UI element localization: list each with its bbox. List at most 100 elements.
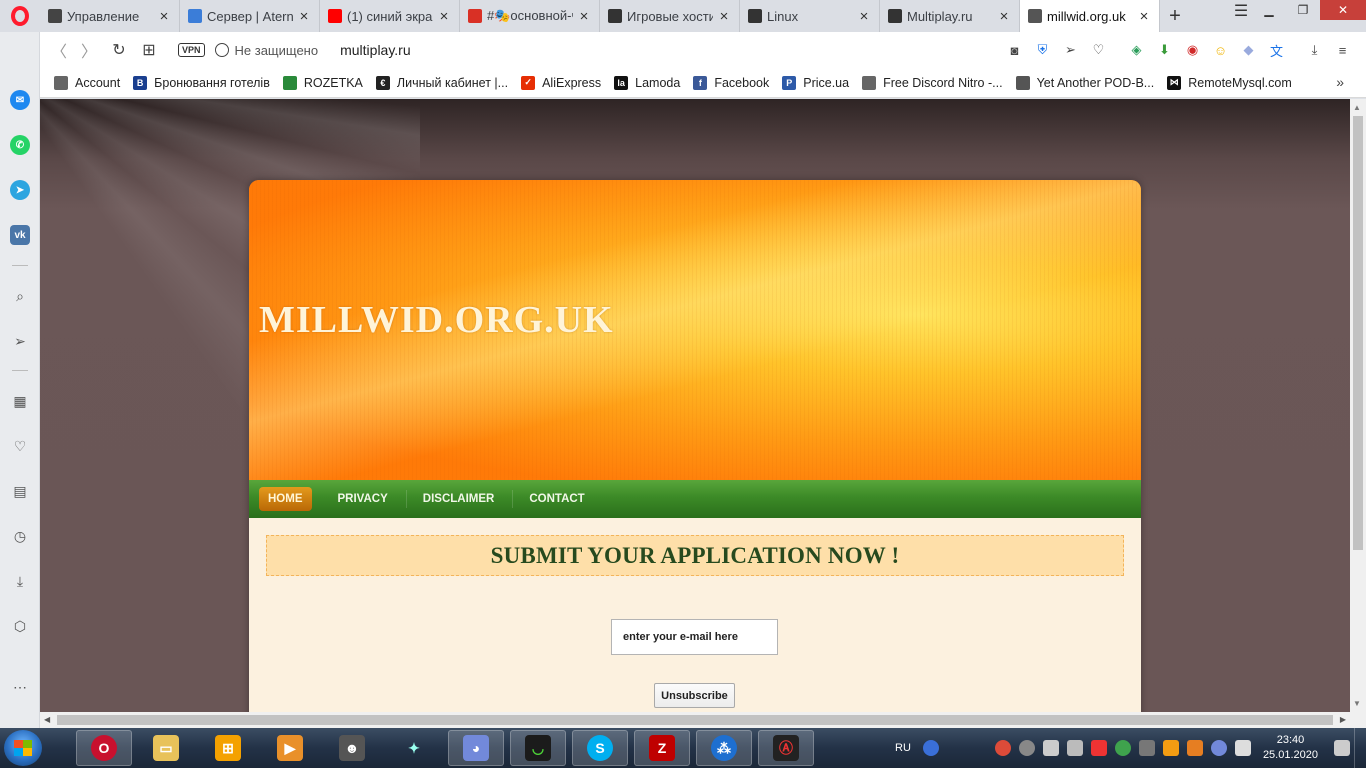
close-window-button[interactable]: ✕ xyxy=(1320,0,1366,20)
messenger-icon[interactable]: ✉ xyxy=(8,88,32,112)
close-tab-icon[interactable]: × xyxy=(437,8,451,25)
bookmark-item[interactable]: P Price.ua xyxy=(782,75,849,90)
speed-dial-icon[interactable]: ▦ xyxy=(8,389,32,413)
close-tab-icon[interactable]: × xyxy=(1137,8,1151,25)
discord-tray-icon[interactable] xyxy=(1210,740,1227,756)
check-icon[interactable] xyxy=(1114,740,1131,756)
horizontal-scrollbar[interactable]: ◀ ▶ xyxy=(40,712,1350,728)
close-tab-icon[interactable]: × xyxy=(717,8,731,25)
speaker-icon[interactable] xyxy=(1234,740,1251,756)
send-icon[interactable]: ➢ xyxy=(8,329,32,353)
close-tab-icon[interactable]: × xyxy=(577,8,591,25)
security-status[interactable]: Не защищено xyxy=(235,43,319,58)
taskbar-filezilla[interactable]: Z xyxy=(634,730,690,766)
url-field[interactable]: multiplay.ru xyxy=(340,42,411,58)
taskbar-skype[interactable]: S xyxy=(572,730,628,766)
bookmark-heart-icon[interactable]: ♡ xyxy=(1089,41,1108,60)
close-tab-icon[interactable]: × xyxy=(857,8,871,25)
browser-tab[interactable]: Сервер | Aternos× xyxy=(180,0,320,32)
bookmark-item[interactable]: Account xyxy=(54,75,120,90)
taskbar-app-windows[interactable]: ⊞ xyxy=(200,730,256,766)
vertical-scrollbar[interactable]: ▲ ▼ xyxy=(1350,99,1366,712)
tabs-overview-icon[interactable]: ⊞ xyxy=(134,35,164,65)
vertical-scroll-thumb[interactable] xyxy=(1353,116,1363,550)
unsubscribe-button[interactable]: Unsubscribe xyxy=(654,683,735,708)
email-field[interactable] xyxy=(611,619,778,655)
volume-mute-icon[interactable] xyxy=(1090,740,1107,756)
language-indicator[interactable]: RU xyxy=(895,742,911,754)
close-tab-icon[interactable]: × xyxy=(157,8,171,25)
vpn-badge[interactable]: VPN xyxy=(178,43,205,57)
nav-link-disclaimer[interactable]: DISCLAIMER xyxy=(407,487,511,511)
close-tab-icon[interactable]: × xyxy=(997,8,1011,25)
maximize-button[interactable]: ❐ xyxy=(1286,0,1320,20)
monitor-icon[interactable] xyxy=(1066,740,1083,756)
vk-icon[interactable]: vk xyxy=(8,223,32,247)
heart-icon[interactable]: ♡ xyxy=(8,434,32,458)
bookmark-item[interactable]: f Facebook xyxy=(693,75,769,90)
more-bookmarks-icon[interactable]: » xyxy=(1336,74,1344,90)
browser-tab[interactable]: Multiplay.ru × xyxy=(880,0,1020,32)
downloads-icon[interactable]: ⤓ xyxy=(1305,41,1324,60)
browser-tab[interactable]: Игровые хостинги× xyxy=(600,0,740,32)
taskbar-app[interactable]: ⁂ xyxy=(696,730,752,766)
bookmark-item[interactable]: € Личный кабинет |... xyxy=(375,75,508,90)
bookmark-item[interactable]: la Lamoda xyxy=(614,75,680,90)
nav-link-privacy[interactable]: PRIVACY xyxy=(322,487,404,511)
browser-tab[interactable]: millwid.org.uk × xyxy=(1020,0,1160,32)
help-icon[interactable] xyxy=(922,740,939,756)
settings-tray-icon[interactable] xyxy=(1018,740,1035,756)
bookmark-item[interactable]: ⋈ RemoteMysql.com xyxy=(1167,75,1292,90)
taskbar-explorer[interactable]: ▭ xyxy=(138,730,194,766)
extension-icon[interactable]: ◈ xyxy=(1127,41,1146,60)
scroll-down-icon[interactable]: ▼ xyxy=(1353,699,1361,708)
show-desktop-button[interactable] xyxy=(1354,728,1366,768)
new-tab-button[interactable]: + xyxy=(1160,0,1190,32)
easy-setup-icon[interactable]: ≡ xyxy=(1333,41,1352,60)
translate-icon[interactable]: ⽂ xyxy=(1267,41,1286,60)
tool-icon[interactable] xyxy=(1042,740,1059,756)
reload-button[interactable]: ↻ xyxy=(104,35,134,65)
taskbar-opera[interactable]: O xyxy=(76,730,132,766)
horizontal-scroll-thumb[interactable] xyxy=(57,715,1333,725)
start-button[interactable] xyxy=(4,730,42,766)
whatsapp-icon[interactable]: ✆ xyxy=(8,133,32,157)
downloads-icon[interactable]: ⤓ xyxy=(8,569,32,593)
scroll-left-icon[interactable]: ◀ xyxy=(44,715,50,724)
taskbar-media-player[interactable]: ▶ xyxy=(262,730,318,766)
forward-button[interactable]: 〉 xyxy=(74,35,104,65)
opera-menu-button[interactable] xyxy=(0,0,40,32)
bookmark-item[interactable]: ✓ AliExpress xyxy=(521,75,601,90)
taskbar-cs[interactable]: ☻ xyxy=(324,730,380,766)
tray-app-icon[interactable] xyxy=(1162,740,1179,756)
taskbar-launcher[interactable]: ◡ xyxy=(510,730,566,766)
taskbar-discord[interactable]: ◕ xyxy=(448,730,504,766)
shield-icon[interactable]: ⛨ xyxy=(1033,41,1052,60)
browser-tab[interactable]: Linux × xyxy=(740,0,880,32)
bookmark-item[interactable]: ROZETKA xyxy=(282,75,363,90)
bookmark-item[interactable]: Yet Another POD-B... xyxy=(1015,75,1154,90)
search-icon[interactable]: ⌕ xyxy=(8,284,32,308)
notifications-icon[interactable] xyxy=(1334,740,1350,756)
back-button[interactable]: 〈 xyxy=(44,35,74,65)
scroll-up-icon[interactable]: ▲ xyxy=(1353,103,1361,112)
news-icon[interactable]: ▤ xyxy=(8,479,32,503)
cube-extension-icon[interactable]: ◆ xyxy=(1239,41,1258,60)
minimize-button[interactable]: ▁ xyxy=(1252,0,1286,20)
browser-tab[interactable]: Управление × xyxy=(40,0,180,32)
taskbar-game[interactable]: ✦ xyxy=(386,730,442,766)
clock[interactable]: 23:40 25.01.2020 xyxy=(1263,733,1318,763)
share-icon[interactable]: ➢ xyxy=(1061,41,1080,60)
scroll-right-icon[interactable]: ▶ xyxy=(1340,715,1346,724)
emoji-extension-icon[interactable]: ☺ xyxy=(1211,41,1230,60)
history-icon[interactable]: ◷ xyxy=(8,524,32,548)
telegram-icon[interactable]: ➤ xyxy=(8,178,32,202)
taskbar-anarchy[interactable]: Ⓐ xyxy=(758,730,814,766)
tray-app2-icon[interactable] xyxy=(1186,740,1203,756)
nav-link-contact[interactable]: CONTACT xyxy=(513,487,600,511)
bookmark-item[interactable]: B Бронювання готелів xyxy=(133,75,270,90)
close-tab-icon[interactable]: × xyxy=(297,8,311,25)
speed-extension-icon[interactable]: ◉ xyxy=(1183,41,1202,60)
download-extension-icon[interactable]: ⬇ xyxy=(1155,41,1174,60)
network-icon[interactable] xyxy=(1138,740,1155,756)
